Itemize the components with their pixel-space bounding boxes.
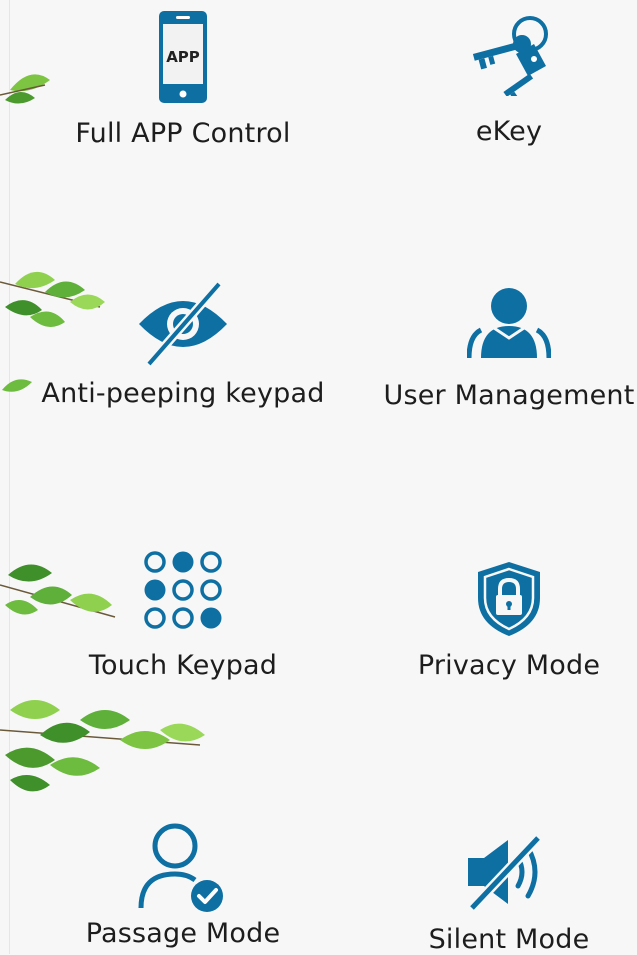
speaker-mute-icon <box>468 834 542 910</box>
feature-label: Touch Keypad <box>88 650 278 681</box>
feature-passage-mode: Passage Mode <box>24 810 342 954</box>
left-edge-divider <box>9 0 10 954</box>
app-icon-text: APP <box>166 48 200 66</box>
feature-label: Privacy Mode <box>417 650 601 681</box>
keypad-dots-icon <box>144 551 222 629</box>
feature-silent-mode: Silent Mode <box>350 810 637 955</box>
feature-anti-peeping-keypad: Anti-peeping keypad <box>24 270 342 440</box>
feature-label: Passage Mode <box>85 918 281 949</box>
shield-lock-icon <box>478 562 540 636</box>
feature-label: User Management <box>383 380 635 411</box>
feature-ekey: eKey <box>350 0 637 170</box>
user-check-icon <box>138 823 223 912</box>
feature-label: eKey <box>475 116 543 147</box>
feature-touch-keypad: Touch Keypad <box>24 540 342 710</box>
feature-full-app-control: APP Full APP Control <box>24 0 342 170</box>
feature-label: Anti-peeping keypad <box>41 378 325 409</box>
feature-label: Full APP Control <box>75 118 291 149</box>
users-icon <box>467 288 551 358</box>
eye-slash-icon <box>139 282 227 366</box>
feature-label: Silent Mode <box>428 924 590 955</box>
smartphone-app-icon: APP <box>159 11 207 103</box>
keys-icon <box>472 16 548 96</box>
feature-user-management: User Management <box>350 270 637 440</box>
feature-privacy-mode: Privacy Mode <box>350 540 637 710</box>
